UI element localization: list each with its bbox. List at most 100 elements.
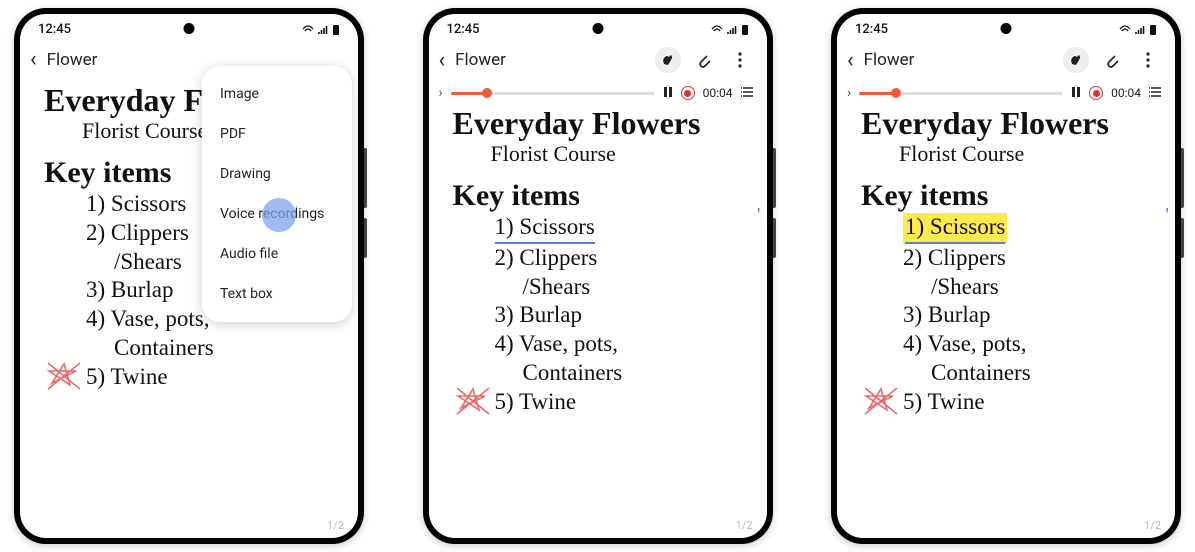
star-scribble-icon: [46, 361, 82, 391]
note-subtitle: Florist Course: [899, 141, 1155, 167]
recorder-time: 00:04: [1111, 86, 1141, 100]
note-title: Everyday Flowers: [453, 107, 747, 139]
star-scribble-icon: [863, 386, 899, 416]
back-button[interactable]: ‹: [847, 48, 854, 73]
list-item: 2) Clippers: [903, 244, 1155, 273]
front-camera: [1001, 23, 1012, 34]
phone-frame-3: 12:45 ‹ Flower › 00:04: [831, 8, 1181, 544]
playback-track[interactable]: [859, 92, 1063, 95]
app-bar: ‹ Flower: [837, 39, 1175, 81]
screen: 12:45 ‹ Flower › 00:04: [429, 14, 767, 538]
list-item: 3) Burlap: [903, 301, 1155, 330]
wifi-icon: [1119, 25, 1131, 35]
list-item: /Shears: [523, 273, 747, 302]
list-item: /Shears: [931, 273, 1155, 302]
status-icons: [711, 24, 749, 36]
side-button[interactable]: [773, 218, 776, 258]
recorder-list-button[interactable]: [1149, 86, 1163, 101]
list-item: 2) Clippers: [495, 244, 747, 273]
clock: 12:45: [38, 22, 71, 37]
paperclip-icon: [1104, 52, 1120, 68]
page-indicator: 1/2: [327, 519, 344, 532]
list-item: 5) Twine: [86, 363, 338, 392]
record-button[interactable]: [681, 86, 695, 100]
page-title[interactable]: Flower: [864, 50, 1053, 70]
side-button[interactable]: [364, 218, 367, 258]
menu-item-textbox[interactable]: Text box: [202, 274, 352, 314]
side-button[interactable]: [773, 148, 776, 208]
menu-item-voice[interactable]: Voice recordings: [202, 194, 352, 234]
page-title[interactable]: Flower: [455, 50, 644, 70]
more-button[interactable]: [1135, 47, 1161, 73]
note-section: Key items: [453, 179, 747, 213]
signal-icon: [1134, 25, 1146, 35]
wifi-icon: [711, 25, 723, 35]
list-item: Containers: [114, 334, 338, 363]
attach-button[interactable]: [1099, 47, 1125, 73]
list-item: 5) Twine: [903, 388, 1155, 417]
front-camera: [592, 23, 603, 34]
kebab-icon: [738, 52, 742, 68]
front-camera: [184, 23, 195, 34]
record-button[interactable]: [1089, 86, 1103, 100]
battery-icon: [1149, 24, 1157, 36]
hand-icon: [660, 52, 676, 68]
menu-item-pdf[interactable]: PDF: [202, 114, 352, 154]
expand-recorder[interactable]: ›: [439, 85, 443, 101]
page-indicator: 1/2: [1144, 519, 1161, 532]
menu-item-drawing[interactable]: Drawing: [202, 154, 352, 194]
phone-frame-2: 12:45 ‹ Flower › 00:04: [423, 8, 773, 544]
battery-icon: [332, 24, 340, 36]
side-button[interactable]: [364, 148, 367, 208]
screen: 12:45 ‹ Flower › 00:04: [837, 14, 1175, 538]
clock: 12:45: [447, 22, 480, 37]
paperclip-icon: [696, 52, 712, 68]
playback-track[interactable]: [451, 92, 655, 95]
list-item: 1) Scissors ': [903, 213, 1155, 244]
attach-menu: Image PDF Drawing Voice recordings Audio…: [202, 66, 352, 322]
list-item: Containers: [523, 359, 747, 388]
playback-thumb[interactable]: [891, 88, 901, 98]
wifi-icon: [302, 25, 314, 35]
note-section: Key items: [861, 179, 1155, 213]
handwriting-button[interactable]: [1063, 47, 1089, 73]
tap-highlight: [262, 198, 296, 232]
app-bar: ‹ Flower: [429, 39, 767, 81]
pause-button[interactable]: [663, 86, 673, 101]
menu-item-image[interactable]: Image: [202, 74, 352, 114]
note-title: Everyday Flowers: [861, 107, 1155, 139]
back-button[interactable]: ‹: [439, 48, 446, 73]
note-canvas[interactable]: Everyday Flowers Florist Course Key item…: [429, 107, 767, 416]
note-canvas[interactable]: Everyday Flowers Florist Course Key item…: [837, 107, 1175, 416]
list-item: 4) Vase, pots,: [495, 330, 747, 359]
battery-icon: [741, 24, 749, 36]
note-subtitle: Florist Course: [491, 141, 747, 167]
attach-button[interactable]: [691, 47, 717, 73]
side-button[interactable]: [1181, 218, 1184, 258]
status-icons: [1119, 24, 1157, 36]
signal-icon: [726, 25, 738, 35]
clock: 12:45: [855, 22, 888, 37]
pause-button[interactable]: [1071, 86, 1081, 101]
blue-tick-icon: ': [757, 203, 761, 228]
blue-tick-icon: ': [1165, 203, 1169, 228]
star-scribble-icon: [455, 386, 491, 416]
back-button[interactable]: ‹: [30, 47, 37, 72]
more-button[interactable]: [727, 47, 753, 73]
screen: 12:45 ‹ Flower Everyday Fl Florist Cours…: [20, 14, 358, 538]
list-item: 5) Twine: [495, 388, 747, 417]
signal-icon: [317, 25, 329, 35]
list-item: 3) Burlap: [495, 301, 747, 330]
kebab-icon: [1146, 52, 1150, 68]
recording-bar: › 00:04: [429, 81, 767, 103]
status-icons: [302, 24, 340, 36]
list-item: 1) Scissors ': [495, 213, 747, 244]
playback-thumb[interactable]: [482, 88, 492, 98]
handwriting-button[interactable]: [655, 47, 681, 73]
page-indicator: 1/2: [736, 519, 753, 532]
menu-item-audio[interactable]: Audio file: [202, 234, 352, 274]
side-button[interactable]: [1181, 148, 1184, 208]
recorder-list-button[interactable]: [741, 86, 755, 101]
list-item: Containers: [931, 359, 1155, 388]
expand-recorder[interactable]: ›: [847, 85, 851, 101]
